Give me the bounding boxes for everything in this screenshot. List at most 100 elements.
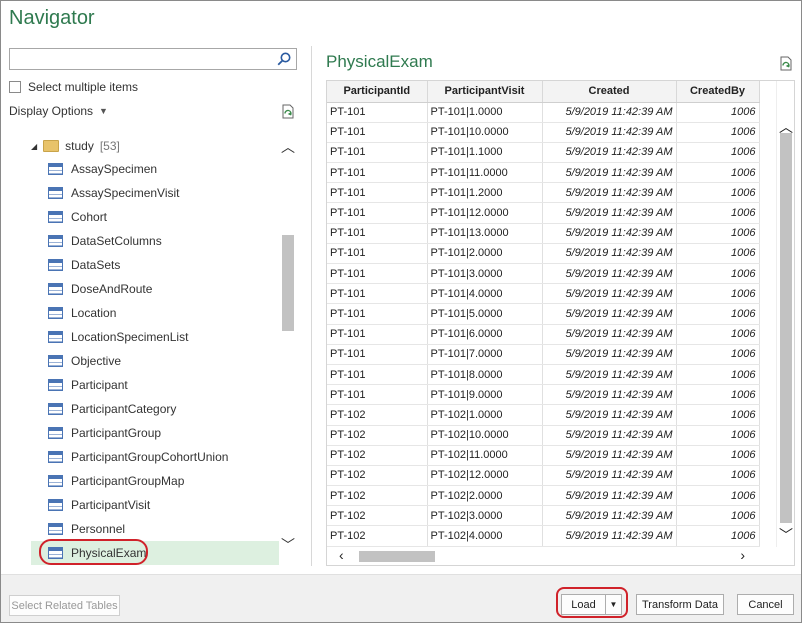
tree-item[interactable]: ParticipantCategory — [31, 397, 279, 421]
table-cell: 1006 — [676, 505, 760, 527]
column-header[interactable]: CreatedBy — [676, 81, 760, 103]
tree-item-label: Location — [71, 306, 117, 320]
tree-item[interactable]: PhysicalExam — [31, 541, 279, 565]
table-cell: PT-101|9.0000 — [427, 384, 543, 406]
table-cell: PT-101|1.0000 — [427, 102, 543, 123]
tree-item[interactable]: DataSets — [31, 253, 279, 277]
tree-item[interactable]: Participant — [31, 373, 279, 397]
tree-item-label: DoseAndRoute — [71, 282, 153, 296]
search-icon[interactable] — [276, 51, 292, 67]
table-row: PT-102 PT-102|2.0000 5/9/2019 11:42:39 AM 1… — [327, 485, 760, 507]
table-cell: 1006 — [676, 465, 760, 487]
table-cell: PT-102|1.0000 — [427, 404, 543, 426]
table-cell: 1006 — [676, 182, 760, 204]
tree-item[interactable]: Cohort — [31, 205, 279, 229]
tree-item[interactable]: ParticipantGroupCohortUnion — [31, 445, 279, 469]
scroll-thumb[interactable] — [359, 551, 435, 562]
scroll-thumb[interactable] — [780, 133, 792, 523]
scroll-left-icon[interactable]: ‹ — [339, 547, 344, 563]
column-header[interactable]: ParticipantVisit — [427, 81, 543, 103]
transform-data-button[interactable]: Transform Data — [636, 594, 724, 615]
table-cell: PT-101 — [327, 142, 428, 164]
select-related-tables-button[interactable]: Select Related Tables — [9, 595, 120, 616]
table-cell: PT-101 — [327, 243, 428, 265]
table-cell: 1006 — [676, 263, 760, 285]
load-button[interactable]: Load — [561, 594, 606, 615]
caret-down-icon: ▼ — [99, 106, 108, 116]
pane-divider[interactable] — [311, 46, 312, 566]
tree-item-label: Personnel — [71, 522, 126, 536]
grid-vertical-scrollbar[interactable]: ︿ ﹀ — [776, 81, 794, 547]
column-header[interactable]: Created — [542, 81, 677, 103]
table-cell: PT-101|1.1000 — [427, 142, 543, 164]
cancel-button[interactable]: Cancel — [737, 594, 794, 615]
table-cell: PT-102 — [327, 485, 428, 507]
table-cell: PT-101 — [327, 202, 428, 224]
tree-item[interactable]: Personnel — [31, 517, 279, 541]
table-row: PT-101 PT-101|10.0000 5/9/2019 11:42:39 AM… — [327, 122, 760, 143]
collapse-arrow-icon[interactable]: ◢ — [31, 142, 37, 151]
table-row: PT-101 PT-101|1.2000 5/9/2019 11:42:39 AM 1… — [327, 182, 760, 204]
table-row: PT-101 PT-101|2.0000 5/9/2019 11:42:39 AM 1… — [327, 243, 760, 265]
tree-item[interactable]: ParticipantGroup — [31, 421, 279, 445]
tree-item[interactable]: AssaySpecimen — [31, 157, 279, 181]
table-icon — [48, 235, 63, 247]
table-cell: 5/9/2019 11:42:39 AM — [542, 303, 677, 325]
search-input[interactable] — [9, 48, 297, 70]
tree-item[interactable]: DataSetColumns — [31, 229, 279, 253]
tree-item-label: ParticipantGroupMap — [71, 474, 185, 488]
table-cell: PT-102 — [327, 445, 428, 466]
tree-item-list: AssaySpecimen AssaySpecimenVisit Cohort Dat… — [31, 157, 279, 565]
load-options-arrow-icon[interactable]: ▼ — [605, 594, 622, 615]
scroll-down-icon[interactable]: ﹀ — [779, 525, 793, 545]
table-row: PT-101 PT-101|9.0000 5/9/2019 11:42:39 AM 1… — [327, 384, 760, 406]
select-multiple-checkbox[interactable] — [9, 81, 21, 93]
table-cell: PT-102|12.0000 — [427, 465, 543, 487]
table-cell: 5/9/2019 11:42:39 AM — [542, 344, 677, 365]
tree-folder-study[interactable]: ◢ study [53] — [31, 137, 120, 155]
tree-item[interactable]: AssaySpecimenVisit — [31, 181, 279, 205]
scroll-right-icon[interactable]: › — [740, 547, 745, 563]
table-cell: PT-101|10.0000 — [427, 122, 543, 143]
tree-item[interactable]: DoseAndRoute — [31, 277, 279, 301]
table-cell: 5/9/2019 11:42:39 AM — [542, 445, 677, 466]
table-row: PT-102 PT-102|11.0000 5/9/2019 11:42:39 AM… — [327, 445, 760, 466]
navigator-window: Navigator Select multiple items Display … — [0, 0, 802, 623]
table-cell: PT-101|7.0000 — [427, 344, 543, 365]
table-cell: 1006 — [676, 364, 760, 386]
refresh-preview-icon[interactable] — [778, 56, 794, 72]
table-cell: 5/9/2019 11:42:39 AM — [542, 102, 677, 123]
select-multiple-row[interactable]: Select multiple items — [9, 79, 138, 95]
scroll-thumb[interactable] — [282, 235, 294, 331]
display-options-dropdown[interactable]: Display Options ▼ — [9, 104, 108, 118]
refresh-icon[interactable] — [280, 104, 296, 120]
tree-scrollbar[interactable]: ︿ ﹀ — [279, 133, 297, 559]
table-icon — [48, 499, 63, 511]
table-cell: PT-101|3.0000 — [427, 263, 543, 285]
table-cell: PT-101 — [327, 303, 428, 325]
tree-item[interactable]: Location — [31, 301, 279, 325]
table-cell: 5/9/2019 11:42:39 AM — [542, 202, 677, 224]
tree-item[interactable]: Objective — [31, 349, 279, 373]
window-title: Navigator — [9, 7, 95, 29]
tree-item-label: LocationSpecimenList — [71, 330, 189, 344]
table-cell: 5/9/2019 11:42:39 AM — [542, 162, 677, 184]
scroll-down-icon[interactable]: ﹀ — [281, 535, 295, 555]
column-header[interactable]: ParticipantId — [327, 81, 428, 103]
tree-item[interactable]: ParticipantVisit — [31, 493, 279, 517]
table-cell: PT-101 — [327, 182, 428, 204]
table-cell: 1006 — [676, 162, 760, 184]
tree-item[interactable]: LocationSpecimenList — [31, 325, 279, 349]
table-cell: 1006 — [676, 525, 760, 547]
table-row: PT-101 PT-101|3.0000 5/9/2019 11:42:39 AM 1… — [327, 263, 760, 285]
table-row: PT-102 PT-102|12.0000 5/9/2019 11:42:39 AM… — [327, 465, 760, 487]
tree-item[interactable]: ParticipantGroupMap — [31, 469, 279, 493]
table-icon — [48, 547, 63, 559]
table-cell: PT-101 — [327, 364, 428, 386]
scroll-up-icon[interactable]: ︿ — [281, 137, 295, 157]
tree-item-label: Participant — [71, 378, 128, 392]
tree-item-label: PhysicalExam — [71, 546, 147, 560]
table-cell: 5/9/2019 11:42:39 AM — [542, 243, 677, 265]
grid-horizontal-scrollbar[interactable]: ‹ › — [327, 547, 777, 565]
table-cell: PT-101 — [327, 122, 428, 143]
